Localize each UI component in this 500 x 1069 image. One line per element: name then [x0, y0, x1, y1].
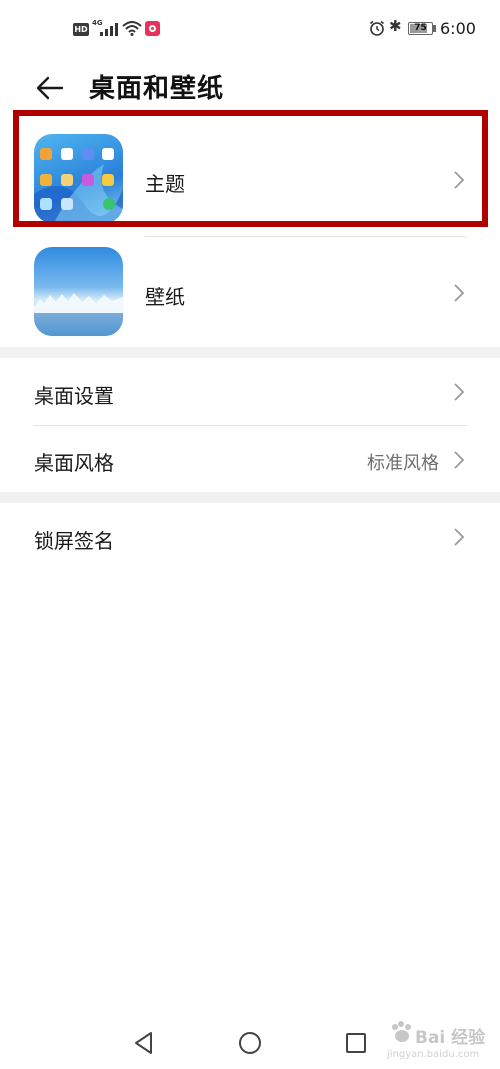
home-style-value: 标准风格	[367, 453, 439, 474]
home-settings-row[interactable]: 桌面设置	[0, 358, 500, 424]
chevron-right-icon	[452, 527, 466, 547]
back-arrow-icon[interactable]	[34, 72, 66, 104]
paw-icon	[392, 1021, 411, 1042]
section-separator	[0, 492, 500, 503]
battery-tip	[433, 25, 436, 32]
watermark-url: jingyan.baidu.com	[387, 1049, 480, 1060]
chevron-right-icon	[452, 450, 466, 470]
highlight-box	[13, 110, 488, 227]
nav-home-icon[interactable]	[237, 1030, 263, 1056]
nav-back-icon[interactable]	[131, 1030, 157, 1056]
home-settings-label: 桌面设置	[34, 384, 114, 408]
nav-recents-icon[interactable]	[343, 1030, 369, 1056]
chevron-right-icon	[452, 283, 466, 303]
wallpaper-thumbnail	[34, 247, 123, 336]
wifi-icon	[122, 21, 142, 36]
bluetooth-icon: ✱	[389, 17, 402, 35]
hd-voice-icon: HD	[73, 23, 89, 36]
cell-signal-icon	[100, 22, 120, 36]
home-style-row[interactable]: 桌面风格 标准风格	[0, 426, 500, 492]
page-title: 桌面和壁纸	[89, 74, 225, 104]
battery-level: 75	[414, 23, 427, 33]
lockscreen-signature-label: 锁屏签名	[34, 529, 114, 553]
app-notification-icon	[145, 21, 160, 36]
battery-icon: 75	[408, 22, 433, 35]
lockscreen-signature-row[interactable]: 锁屏签名	[0, 503, 500, 571]
wallpaper-label: 壁纸	[145, 285, 185, 309]
watermark: Bai 经验 jingyan.baidu.com	[385, 1013, 495, 1063]
status-bar: HD 4G ✱ 75 6:00	[0, 0, 500, 58]
wallpaper-row[interactable]: 壁纸	[0, 237, 500, 347]
alarm-icon	[370, 20, 384, 36]
chevron-right-icon	[452, 382, 466, 402]
status-time: 6:00	[440, 19, 476, 38]
section-separator	[0, 347, 500, 358]
home-style-label: 桌面风格	[34, 451, 114, 475]
watermark-brand: Bai 经验	[415, 1028, 486, 1048]
